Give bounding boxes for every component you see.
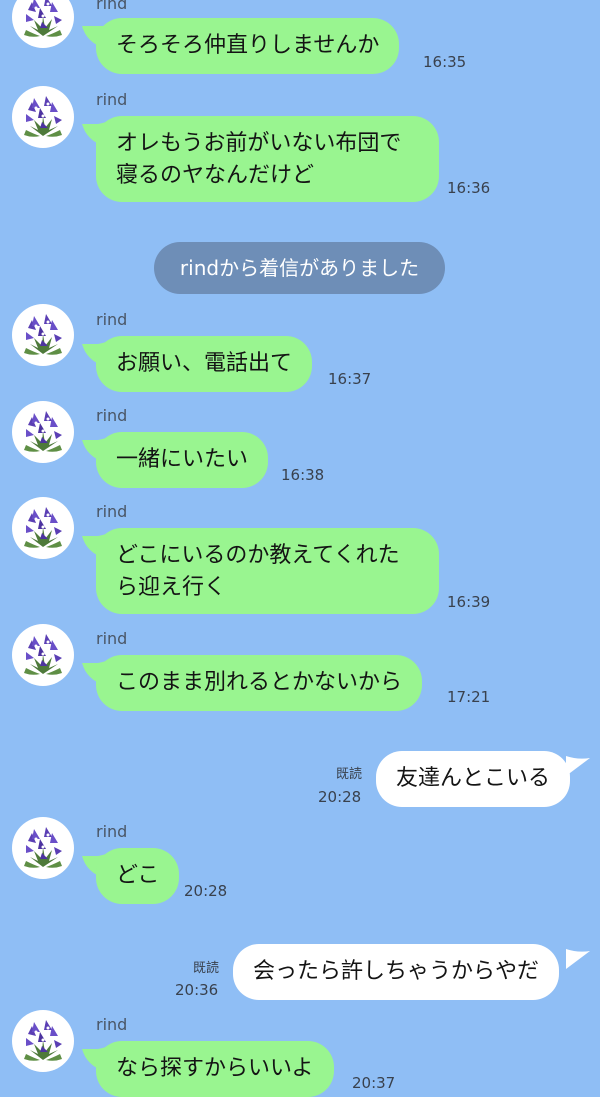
message-time: 20:36	[175, 981, 219, 999]
gentian-flower-icon	[24, 411, 62, 452]
sender-name: rind	[96, 406, 128, 425]
sender-name: rind	[96, 502, 128, 521]
bubble-tail	[566, 949, 590, 969]
message-bubble[interactable]: 一緒にいたい	[96, 432, 269, 488]
sender-avatar[interactable]	[12, 817, 74, 879]
sender-avatar[interactable]	[12, 86, 74, 148]
message-bubble[interactable]: そろそろ仲直りしませんか	[96, 18, 400, 74]
sender-avatar[interactable]	[12, 624, 74, 686]
sender-name: rind	[96, 90, 128, 109]
message-bubble[interactable]: なら探すからいいよ	[96, 1041, 334, 1097]
gentian-flower-icon	[24, 1020, 62, 1061]
sender-avatar[interactable]	[12, 304, 74, 366]
gentian-flower-icon	[24, 314, 62, 355]
gentian-flower-icon	[24, 96, 62, 137]
message-bubble[interactable]: お願い、電話出て	[96, 336, 313, 392]
sender-avatar[interactable]	[12, 497, 74, 559]
message-time: 17:21	[447, 688, 491, 706]
message-time: 16:37	[328, 370, 372, 388]
sender-name: rind	[96, 629, 128, 648]
message-bubble[interactable]: 友達んとこいる	[376, 751, 571, 807]
call-notice[interactable]: rindから着信がありました	[154, 242, 445, 294]
sender-avatar[interactable]	[12, 1010, 74, 1072]
message-time: 20:28	[184, 882, 228, 900]
message-bubble[interactable]: どこにいるのか教えてくれた ら迎え行く	[96, 528, 439, 614]
sender-name: rind	[96, 310, 128, 329]
message-time: 16:35	[423, 53, 467, 71]
message-time: 20:37	[352, 1074, 396, 1092]
message-bubble[interactable]: オレもうお前がいない布団で 寝るのヤなんだけど	[96, 116, 439, 202]
sender-name: rind	[96, 1015, 128, 1034]
sender-avatar[interactable]	[12, 0, 74, 48]
gentian-flower-icon	[24, 827, 62, 868]
gentian-flower-icon	[24, 634, 62, 675]
gentian-flower-icon	[24, 507, 62, 548]
sender-name: rind	[96, 0, 128, 13]
message-bubble[interactable]: 会ったら許しちゃうからやだ	[233, 944, 560, 1000]
sender-avatar[interactable]	[12, 401, 74, 463]
message-bubble[interactable]: どこ	[96, 848, 180, 904]
read-receipt: 既読	[193, 961, 220, 976]
message-time: 16:36	[447, 179, 491, 197]
read-receipt: 既読	[336, 767, 363, 782]
gentian-flower-icon	[24, 0, 62, 37]
message-bubble[interactable]: このまま別れるとかないから	[96, 655, 423, 711]
message-time: 20:28	[318, 788, 362, 806]
message-time: 16:38	[281, 466, 325, 484]
bubble-tail	[566, 756, 590, 776]
message-time: 16:39	[447, 593, 491, 611]
chat-area[interactable]: rind そろそろ仲直りしませんか 16:35 rind オレもうお前がいない布…	[0, 0, 600, 1097]
sender-name: rind	[96, 822, 128, 841]
